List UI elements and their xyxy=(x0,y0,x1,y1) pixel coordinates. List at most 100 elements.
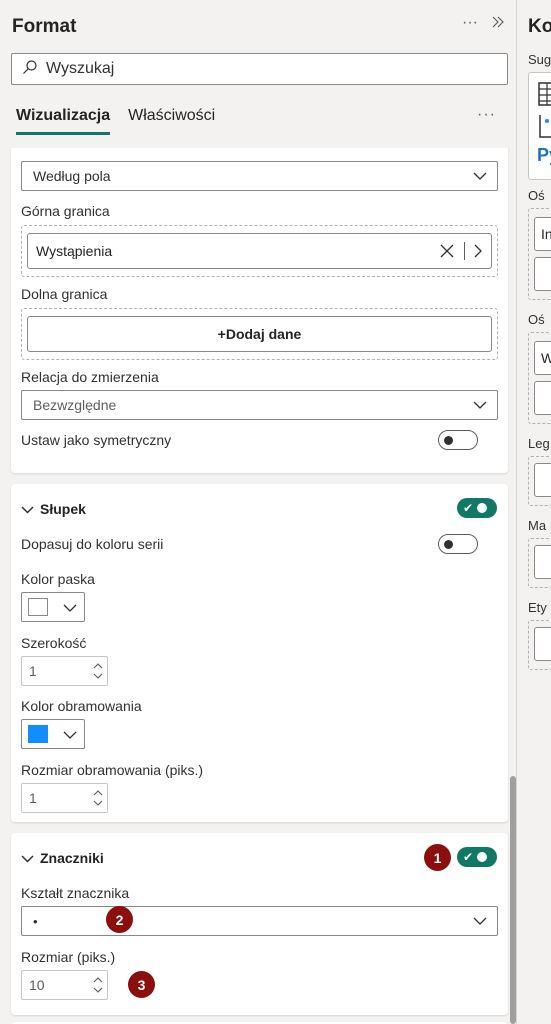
format-pane: Format ··· Wyszukaj Wizualizacja Właściw… xyxy=(0,0,517,1024)
tab-visualization[interactable]: Wizualizacja xyxy=(16,107,111,135)
build-pane: Ko Sug Py Oś In Oś W Leg Ma Ety xyxy=(518,0,551,1024)
toggle-knob xyxy=(477,852,488,862)
marker-shape-label: Kształt znacznika xyxy=(21,885,130,901)
axis-x-well: W xyxy=(528,332,551,424)
axis-y-field-text: In xyxy=(541,226,551,242)
type-value: Według pola xyxy=(33,168,111,184)
tooltips-field[interactable] xyxy=(534,627,551,661)
lower-bound-label: Dolna granica xyxy=(21,286,108,302)
remove-field-icon[interactable] xyxy=(439,243,455,262)
border-size-value: 1 xyxy=(29,790,37,806)
tooltips-well xyxy=(528,620,551,670)
upper-bound-field-name: Wystąpienia xyxy=(36,243,113,259)
marker-size-label: Rozmiar (piks.) xyxy=(21,949,116,965)
markers-section-title: Znaczniki xyxy=(40,850,104,866)
bar-card: Słupek ✔ Dopasuj do koloru serii Kolor p… xyxy=(11,484,508,822)
small-multiples-label: Ma xyxy=(528,518,547,533)
upper-bound-well: Wystąpienia xyxy=(21,225,498,277)
border-color-picker[interactable] xyxy=(21,719,85,749)
collapse-pane-icon[interactable] xyxy=(490,14,506,35)
search-input[interactable]: Wyszukaj xyxy=(11,53,508,85)
toggle-knob xyxy=(477,503,488,513)
match-series-color-toggle[interactable] xyxy=(438,534,478,554)
upper-bound-label: Górna granica xyxy=(21,203,110,219)
chevron-right-icon[interactable] xyxy=(473,244,483,261)
axis-y-field[interactable]: In xyxy=(534,217,551,251)
small-multiples-field[interactable] xyxy=(534,545,551,579)
border-color-swatch xyxy=(28,725,48,743)
relation-value: Bezwzględne xyxy=(33,397,117,413)
divider xyxy=(464,242,465,260)
bar-color-label: Kolor paska xyxy=(21,571,95,587)
chevron-down-icon xyxy=(473,401,487,409)
width-label: Szerokość xyxy=(21,635,87,651)
markers-section-header[interactable]: Znaczniki xyxy=(21,850,104,866)
axis-y-field-2[interactable] xyxy=(534,257,551,291)
symmetric-label: Ustaw jako symetryczny xyxy=(21,432,172,448)
bar-toggle[interactable]: ✔ xyxy=(457,498,497,518)
type-dropdown[interactable]: Według pola xyxy=(21,161,498,191)
scrollbar-thumb[interactable] xyxy=(510,776,516,1024)
error-bars-card: Według pola Górna granica Wystąpienia Do… xyxy=(11,148,508,473)
python-visual-icon[interactable]: Py xyxy=(537,145,551,166)
pane-actions: ··· xyxy=(462,14,506,35)
width-spinner[interactable]: 1 xyxy=(21,656,108,686)
add-data-button[interactable]: +Dodaj dane xyxy=(27,316,492,352)
chevron-down-icon xyxy=(473,917,487,925)
table-visual-icon[interactable] xyxy=(537,81,551,107)
axis-y-well: In xyxy=(528,208,551,300)
small-multiples-well xyxy=(528,538,551,588)
bar-color-picker[interactable] xyxy=(21,592,85,622)
border-size-label: Rozmiar obramowania (piks.) xyxy=(21,762,204,778)
callout-badge-3: 3 xyxy=(128,971,155,998)
relation-label: Relacja do zmierzenia xyxy=(21,369,159,385)
marker-size-spinner[interactable]: 10 xyxy=(21,970,108,1000)
marker-shape-dropdown[interactable]: • xyxy=(21,906,498,936)
callout-badge-2: 2 xyxy=(106,906,133,933)
legend-field[interactable] xyxy=(534,463,551,497)
bar-section-title: Słupek xyxy=(40,501,86,517)
build-pane-title: Ko xyxy=(528,16,551,37)
scatter-visual-icon[interactable] xyxy=(537,113,551,139)
chevron-down-icon xyxy=(21,505,34,514)
tabs-more-icon[interactable]: ··· xyxy=(477,106,496,124)
more-options-icon[interactable]: ··· xyxy=(462,14,478,35)
marker-size-value: 10 xyxy=(29,977,45,993)
search-icon xyxy=(22,59,38,80)
lower-bound-well: +Dodaj dane xyxy=(21,308,498,360)
width-value: 1 xyxy=(29,663,37,679)
upper-bound-field[interactable]: Wystąpienia xyxy=(27,233,492,269)
pane-tabs: Wizualizacja Właściwości xyxy=(16,107,215,135)
spinner-arrows-icon[interactable] xyxy=(92,973,104,997)
callout-badge-1: 1 xyxy=(424,844,451,871)
axis-x-label: Oś xyxy=(528,312,545,327)
marker-shape-value: • xyxy=(33,913,38,929)
format-scroll-area: Według pola Górna granica Wystąpienia Do… xyxy=(0,148,516,1024)
check-icon: ✔ xyxy=(463,850,474,864)
bar-color-swatch xyxy=(28,598,48,616)
legend-label: Leg xyxy=(528,436,550,451)
legend-well xyxy=(528,456,551,506)
border-color-label: Kolor obramowania xyxy=(21,698,142,714)
spinner-arrows-icon[interactable] xyxy=(92,786,104,810)
check-icon: ✔ xyxy=(463,501,474,515)
axis-y-label: Oś xyxy=(528,188,545,203)
chevron-down-icon xyxy=(63,604,77,612)
search-placeholder: Wyszukaj xyxy=(46,60,115,77)
chevron-down-icon xyxy=(21,854,34,863)
axis-x-field-2[interactable] xyxy=(534,381,551,415)
border-size-spinner[interactable]: 1 xyxy=(21,783,108,813)
suggestions-label: Sug xyxy=(528,52,551,67)
relation-dropdown[interactable]: Bezwzględne xyxy=(21,390,498,420)
symmetric-toggle[interactable] xyxy=(438,430,478,450)
tooltips-label: Ety xyxy=(528,600,547,615)
viz-gallery: Py xyxy=(528,72,551,180)
chevron-down-icon xyxy=(473,172,487,180)
axis-x-field[interactable]: W xyxy=(534,341,551,375)
tab-properties[interactable]: Właściwości xyxy=(128,107,215,135)
spinner-arrows-icon[interactable] xyxy=(92,659,104,683)
markers-toggle[interactable]: ✔ xyxy=(457,847,497,867)
bar-section-header[interactable]: Słupek xyxy=(21,501,86,517)
pane-title: Format xyxy=(12,16,77,37)
axis-x-field-text: W xyxy=(541,350,551,366)
